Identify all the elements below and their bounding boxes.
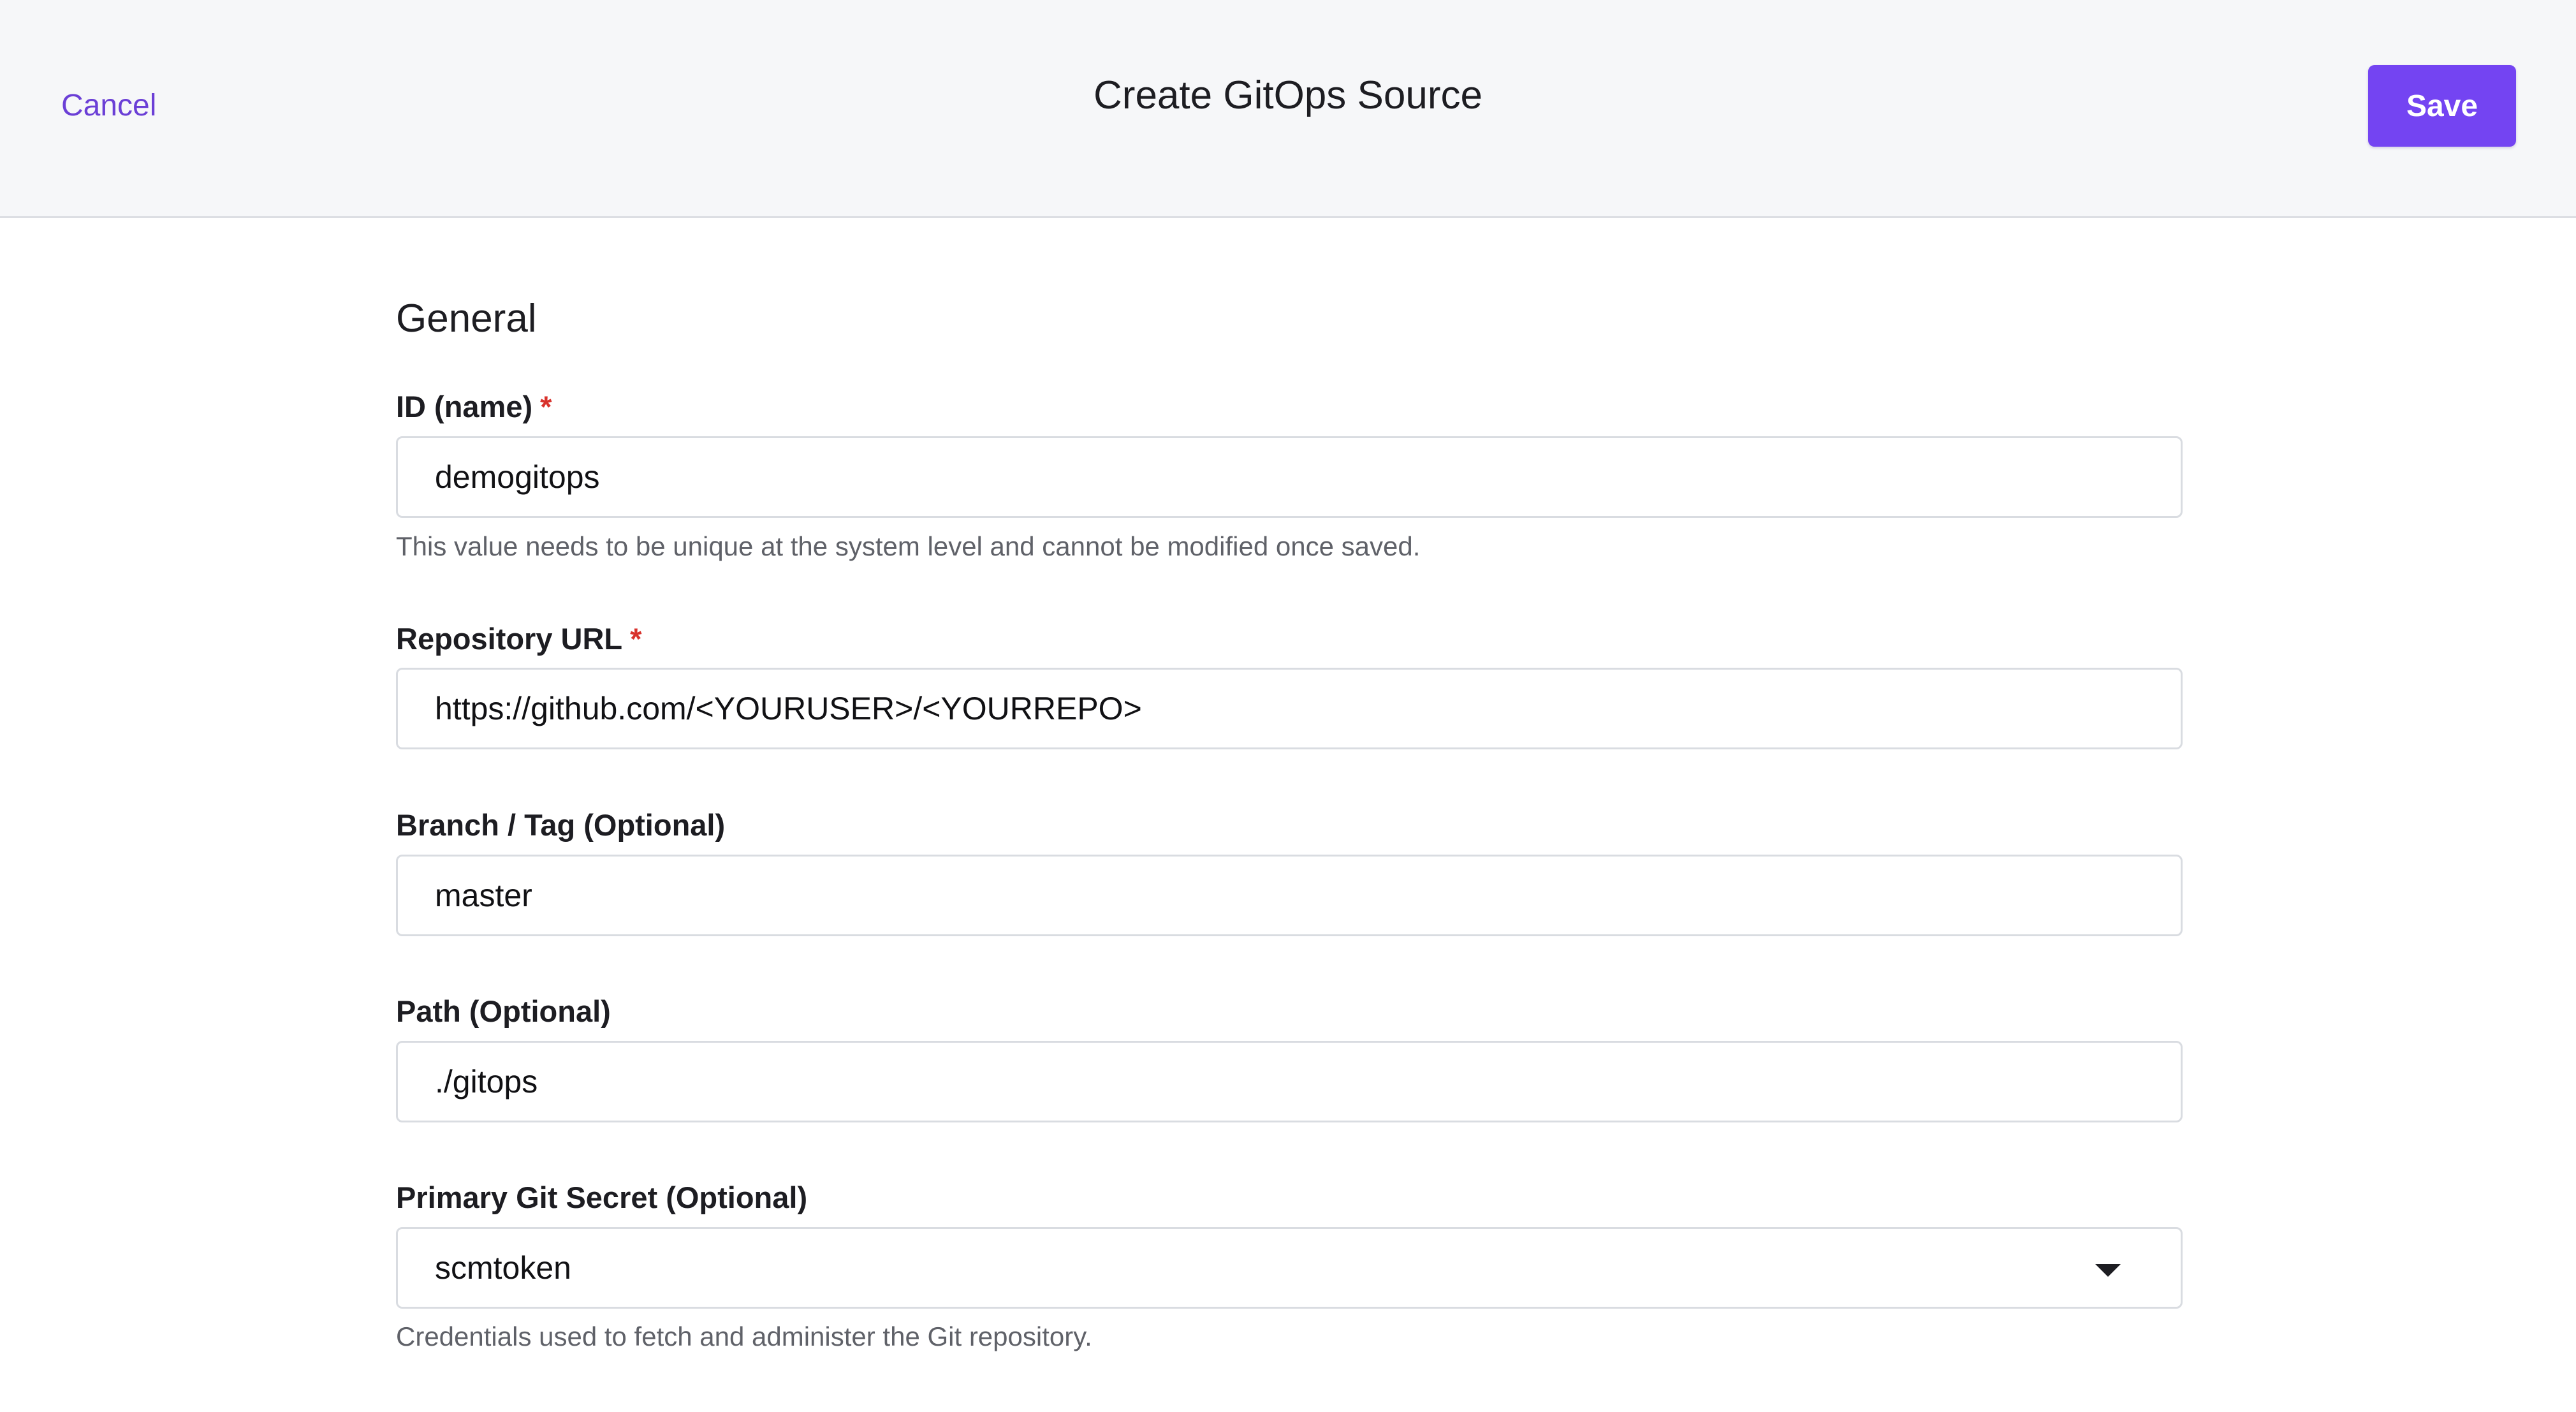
required-mark: *: [630, 622, 642, 656]
path-input[interactable]: [396, 1041, 2183, 1122]
section-title-general: General: [396, 297, 537, 341]
repository-url-input[interactable]: [396, 668, 2183, 749]
git-secret-select[interactable]: scmtoken: [396, 1227, 2183, 1309]
branch-tag-input[interactable]: [396, 855, 2183, 936]
save-button[interactable]: Save: [2368, 65, 2516, 147]
chevron-down-icon[interactable]: [2095, 1264, 2121, 1277]
top-bar: Cancel Create GitOps Source Save: [0, 0, 2576, 218]
id-field-label: ID (name) *: [396, 388, 552, 426]
repo-url-label-text: Repository URL: [396, 622, 623, 656]
required-mark: *: [540, 390, 552, 423]
page-title: Create GitOps Source: [1094, 73, 1482, 117]
repo-url-field-label: Repository URL *: [396, 620, 641, 658]
id-label-text: ID (name): [396, 390, 533, 423]
branch-field-label: Branch / Tag (Optional): [396, 808, 726, 842]
git-secret-help-text: Credentials used to fetch and administer…: [396, 1321, 1092, 1351]
id-help-text: This value needs to be unique at the sys…: [396, 531, 1421, 561]
git-secret-selected-value: scmtoken: [435, 1250, 571, 1286]
id-name-input[interactable]: [396, 436, 2183, 518]
path-field-label: Path (Optional): [396, 994, 611, 1028]
git-secret-field-label: Primary Git Secret (Optional): [396, 1180, 808, 1214]
